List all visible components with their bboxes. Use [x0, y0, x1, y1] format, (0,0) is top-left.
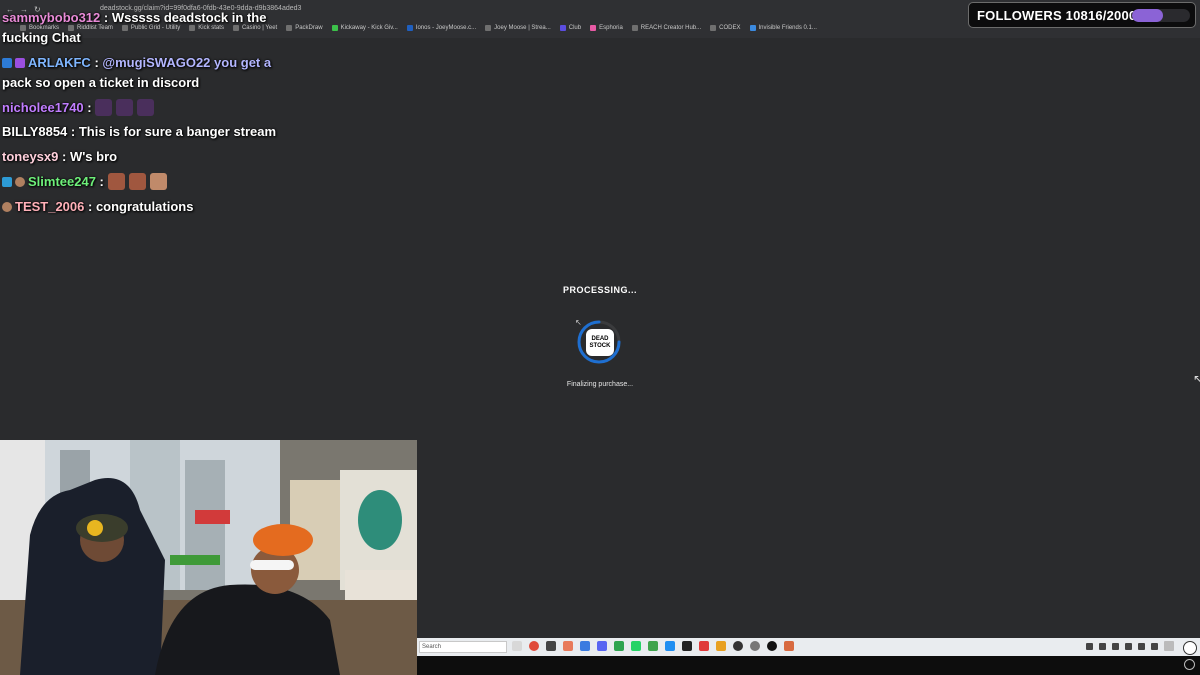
chat-message-continuation: fucking Chat	[2, 30, 81, 45]
bookmark-icon	[590, 25, 597, 31]
followers-progress-bar	[1132, 9, 1190, 22]
chat-message: toneysx9 : W's bro	[2, 149, 118, 164]
app-icon[interactable]	[767, 641, 777, 651]
emote-icon	[116, 99, 134, 116]
processing-subtitle: Finalizing purchase...	[566, 381, 634, 388]
bookmark-item[interactable]: Invisible Friends 0.1...	[749, 25, 817, 31]
overlay-icon	[1184, 659, 1195, 670]
discord-icon[interactable]	[597, 641, 607, 651]
chevron-up-icon[interactable]	[1086, 642, 1093, 650]
deadstock-logo: DEAD STOCK	[586, 329, 614, 356]
speaker-icon[interactable]	[1125, 642, 1132, 650]
battery-icon[interactable]	[1151, 642, 1158, 650]
bookmark-icon	[559, 25, 566, 31]
chat-message: nicholee1740 :	[2, 98, 158, 118]
bookmark-item[interactable]: Ionos - JoeyMoose.c...	[406, 25, 476, 31]
emote-icon	[149, 173, 167, 190]
chat-username: BILLY8854	[2, 124, 68, 139]
system-tray	[1086, 641, 1194, 651]
obs-icon[interactable]	[733, 641, 743, 651]
badge-icon	[2, 58, 12, 68]
webcam-image	[0, 440, 417, 675]
badge-icon	[2, 202, 12, 212]
emote-icon	[107, 173, 125, 190]
bookmark-icon	[331, 25, 338, 31]
windows-taskbar: Search	[417, 638, 1200, 656]
chat-username: sammybobo312	[2, 10, 101, 25]
chat-message-continuation: pack so open a ticket in discord	[2, 75, 200, 90]
task-view-icon[interactable]	[512, 641, 522, 651]
chat-username: Slimtee247	[28, 174, 96, 189]
folder-icon[interactable]	[716, 641, 726, 651]
chat-username: nicholee1740	[2, 100, 84, 115]
chat-username: ARLAKFC	[28, 55, 91, 70]
chat-message: BILLY8854 : This is for sure a banger st…	[2, 124, 277, 139]
followers-progress-fill	[1132, 9, 1164, 22]
app-icon[interactable]	[546, 641, 556, 651]
processing-title: PROCESSING...	[562, 285, 637, 295]
emote-icon	[128, 173, 146, 190]
bookmark-icon	[286, 25, 293, 31]
bookmark-item[interactable]: Kickaway - Kick Giv...	[331, 25, 398, 31]
bookmark-item[interactable]: PackDraw	[286, 25, 323, 31]
app-icon[interactable]	[665, 641, 675, 651]
emote-icon	[95, 99, 113, 116]
taskbar-search[interactable]: Search	[419, 641, 507, 653]
wifi-icon[interactable]	[1112, 642, 1119, 650]
chat-text: Wsssss deadstock in the	[111, 10, 267, 25]
badge-icon	[15, 58, 25, 68]
chat-message: TEST_2006 : congratulations	[2, 197, 193, 217]
bookmark-icon	[710, 25, 717, 31]
bookmark-item[interactable]: CODEX	[710, 25, 741, 31]
webcam-feed	[0, 440, 417, 675]
chat-text: congratulations	[95, 199, 194, 214]
arrow-cursor-icon: ↖	[1193, 372, 1200, 386]
app-icon[interactable]	[563, 641, 573, 651]
app-icon[interactable]	[648, 641, 658, 651]
chat-text: W's bro	[69, 149, 118, 164]
bottom-strip	[417, 656, 1200, 675]
chat-text: @mugiSWAGO22 you get a	[102, 55, 272, 70]
whatsapp-icon[interactable]	[631, 641, 641, 651]
app-icon[interactable]	[699, 641, 709, 651]
app-icon[interactable]	[614, 641, 624, 651]
bookmark-icon	[485, 25, 492, 31]
followers-goal-widget: FOLLOWERS 10816/20000	[968, 2, 1196, 28]
monitor-icon[interactable]	[1138, 642, 1145, 650]
bookmark-item[interactable]: Club	[559, 25, 581, 31]
mic-icon[interactable]	[1099, 642, 1106, 650]
chat-text: This is for sure a banger stream	[78, 124, 277, 139]
bookmark-icon	[749, 25, 756, 31]
chat-message: sammybobo312 : Wsssss deadstock in the	[2, 10, 267, 25]
chrome-icon[interactable]	[529, 641, 539, 651]
notification-icon[interactable]	[1183, 641, 1197, 655]
chat-username: toneysx9	[2, 149, 59, 164]
bookmark-icon	[406, 25, 413, 31]
app-icon[interactable]	[580, 641, 590, 651]
bookmark-icon	[631, 25, 638, 31]
bookmark-item[interactable]: Joey Moose | Strea...	[485, 25, 551, 31]
badge-icon	[2, 177, 12, 187]
badge-icon	[15, 177, 25, 187]
chat-message: ARLAKFC : @mugiSWAGO22 you get a	[2, 53, 271, 73]
app-icon[interactable]	[682, 641, 692, 651]
settings-icon[interactable]	[750, 641, 760, 651]
bookmark-item[interactable]: REACH Creator Hub...	[631, 25, 701, 31]
clock[interactable]	[1164, 641, 1174, 651]
followers-count: FOLLOWERS 10816/20000	[977, 7, 1144, 23]
chat-username: TEST_2006	[15, 199, 85, 214]
chat-message: Slimtee247 :	[2, 172, 171, 192]
taskbar-apps	[512, 641, 794, 651]
app-icon[interactable]	[784, 641, 794, 651]
emote-icon	[137, 99, 155, 116]
bookmark-item[interactable]: Esphoria	[590, 25, 623, 31]
